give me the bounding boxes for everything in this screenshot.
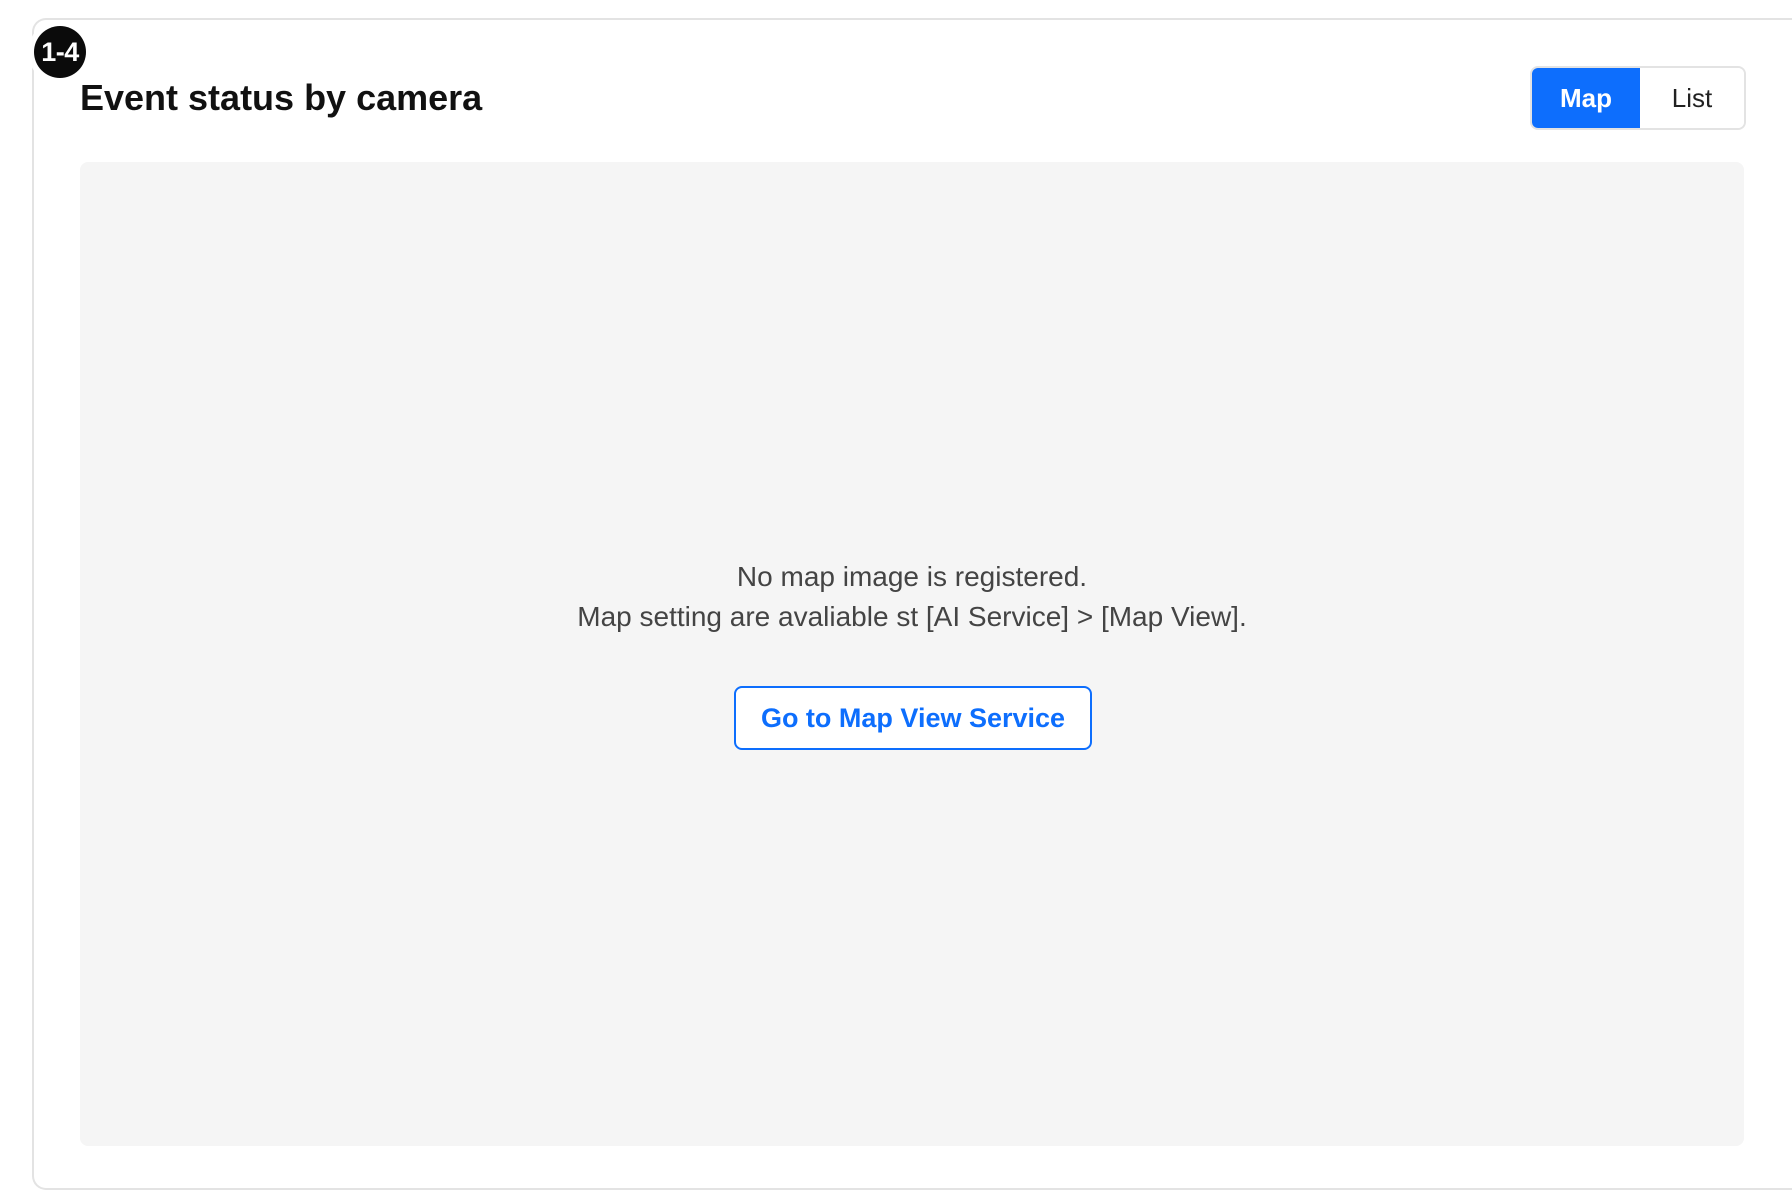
empty-map-message: No map image is registered. Map setting … <box>80 557 1744 637</box>
step-badge: 1-4 <box>34 26 86 78</box>
map-view-toggle-button[interactable]: Map <box>1532 68 1640 128</box>
empty-message-line-2: Map setting are avaliable st [AI Service… <box>577 601 1247 632</box>
card-title: Event status by camera <box>80 77 483 118</box>
empty-message-line-1: No map image is registered. <box>736 561 1088 592</box>
view-toggle: Map List <box>1530 66 1746 130</box>
map-placeholder-area: No map image is registered. Map setting … <box>80 162 1744 1146</box>
go-to-map-view-service-button[interactable]: Go to Map View Service <box>734 686 1092 750</box>
list-view-toggle-button[interactable]: List <box>1640 68 1744 128</box>
